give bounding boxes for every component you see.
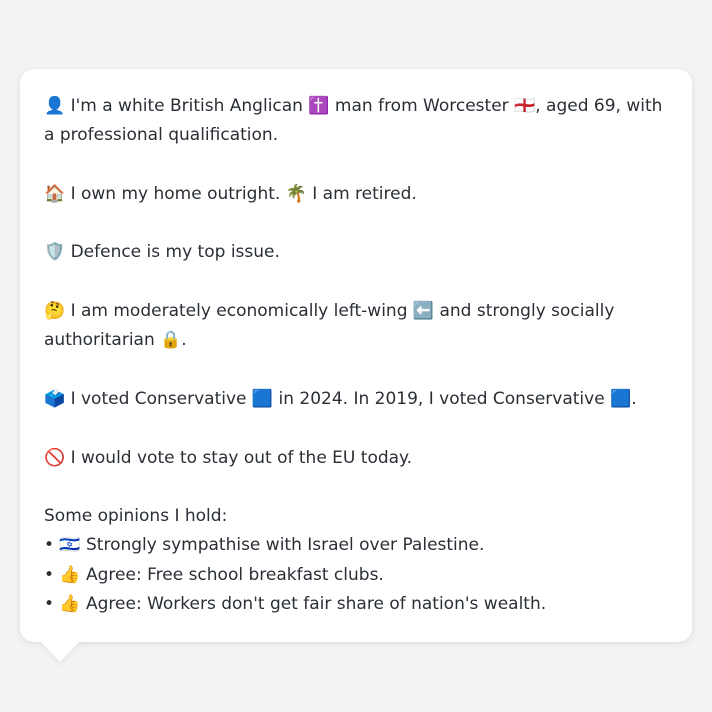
opinions-heading: Some opinions I hold: <box>44 506 228 527</box>
profile-text: 👤 I'm a white British Anglican ✝️ man fr… <box>44 92 668 619</box>
eu-paragraph: 🚫 I would vote to stay out of the EU tod… <box>44 447 413 468</box>
identity-paragraph: 👤 I'm a white British Anglican ✝️ man fr… <box>44 96 663 146</box>
ideology-paragraph: 🤔 I am moderately economically left-wing… <box>44 301 615 351</box>
housing-paragraph: 🏠 I own my home outright. 🌴 I am retired… <box>44 183 417 204</box>
bubble-tail <box>40 641 80 662</box>
top-issue-paragraph: 🛡️ Defence is my top issue. <box>44 242 280 263</box>
opinion-list-item: • 👍 Agree: Free school breakfast clubs. <box>44 564 384 585</box>
opinion-list-item: • 👍 Agree: Workers don't get fair share … <box>44 594 547 615</box>
voting-history-paragraph: 🗳️ I voted Conservative 🟦 in 2024. In 20… <box>44 388 637 409</box>
opinion-list-item: • 🇮🇱 Strongly sympathise with Israel ove… <box>44 535 485 556</box>
profile-message-bubble: 👤 I'm a white British Anglican ✝️ man fr… <box>20 69 692 642</box>
